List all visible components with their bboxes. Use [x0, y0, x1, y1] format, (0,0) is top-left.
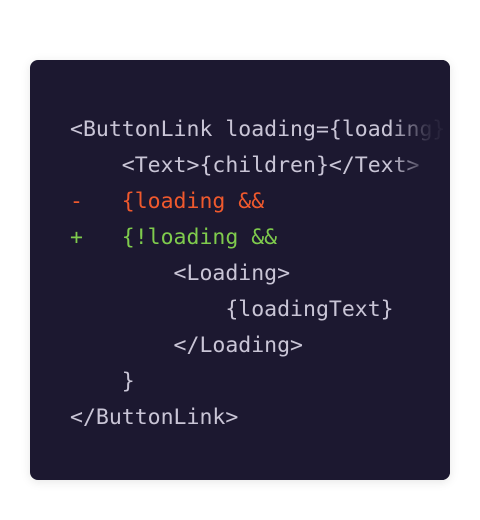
diff-marker-plus: +	[70, 225, 83, 250]
code-line: {loadingText}	[70, 292, 445, 328]
code-line: </Loading>	[70, 328, 445, 364]
code-line-added: + {!loading &&	[70, 220, 445, 256]
code-text: </ButtonLink>	[70, 405, 239, 430]
code-line: </ButtonLink>	[70, 400, 445, 436]
code-text: {!loading &&	[82, 225, 278, 250]
diff-marker-minus: -	[70, 189, 83, 214]
code-text: }	[70, 369, 135, 394]
code-line: <Loading>	[70, 256, 445, 292]
code-diff-card: <ButtonLink loading={loading} <Text>{chi…	[30, 60, 450, 480]
code-text: <ButtonLink loading={loading}	[70, 117, 446, 142]
code-text: {loading &&	[82, 189, 265, 214]
code-line-deleted: - {loading &&	[70, 184, 445, 220]
code-text: <Text>{children}</Text>	[70, 153, 420, 178]
code-line: }	[70, 364, 445, 400]
code-line: <Text>{children}</Text>	[70, 148, 445, 184]
code-diff-block: <ButtonLink loading={loading} <Text>{chi…	[70, 112, 445, 436]
code-line: <ButtonLink loading={loading}	[70, 112, 445, 148]
code-text: {loadingText}	[70, 297, 394, 322]
code-text: <Loading>	[70, 261, 291, 286]
code-text: </Loading>	[70, 333, 303, 358]
